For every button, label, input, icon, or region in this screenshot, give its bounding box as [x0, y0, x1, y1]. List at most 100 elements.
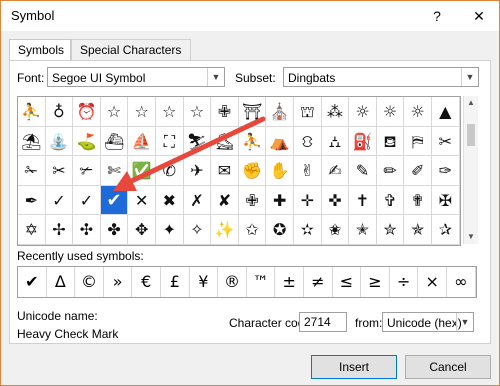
recent-symbol[interactable]: © — [75, 267, 104, 297]
font-select[interactable]: Segoe UI Symbol ▼ — [47, 67, 225, 87]
symbol-cell[interactable]: ✟ — [404, 185, 432, 216]
symbol-cell[interactable]: ✛ — [294, 185, 322, 216]
symbol-cell[interactable]: ✌ — [294, 156, 322, 186]
symbol-cell[interactable]: ⛹ — [238, 126, 267, 157]
symbol-cell[interactable]: ✢ — [45, 215, 74, 245]
symbol-cell[interactable]: ✙ — [238, 185, 267, 216]
recent-symbol[interactable]: ≥ — [361, 267, 390, 297]
symbol-cell[interactable]: ✣ — [73, 215, 101, 245]
symbol-cell[interactable]: ⛿ — [404, 126, 432, 157]
symbol-cell[interactable]: ✯ — [404, 215, 432, 245]
recent-symbol[interactable]: × — [418, 267, 447, 297]
subset-select[interactable]: Dingbats ▼ — [283, 67, 479, 87]
symbol-cell[interactable]: ⛸ — [211, 126, 239, 157]
symbol-cell[interactable]: ☼ — [376, 97, 405, 127]
recent-symbol[interactable]: ∞ — [447, 267, 476, 297]
cancel-button[interactable]: Cancel — [405, 355, 491, 379]
symbol-cell[interactable]: ✊ — [238, 156, 267, 186]
recent-symbol[interactable]: ✔ — [18, 267, 47, 297]
symbol-cell[interactable]: ☆ — [156, 97, 184, 127]
symbol-cell[interactable]: ☆ — [128, 97, 156, 127]
recent-symbol[interactable]: » — [104, 267, 133, 297]
recent-symbol[interactable]: ¥ — [190, 267, 219, 297]
symbol-cell[interactable]: ⛾ — [376, 126, 405, 157]
symbol-cell[interactable]: ⁂ — [321, 97, 350, 127]
recent-symbol[interactable]: € — [132, 267, 161, 297]
recent-symbol[interactable]: £ — [161, 267, 190, 297]
symbol-cell[interactable]: ✍ — [321, 156, 350, 186]
symbol-cell[interactable]: ☆ — [100, 97, 129, 127]
symbol-cell[interactable]: ✭ — [349, 215, 377, 245]
tab-symbols[interactable]: Symbols — [9, 39, 71, 62]
symbol-cell[interactable]: ⛫ — [294, 97, 322, 127]
symbol-cell[interactable]: ♁ — [45, 97, 74, 127]
symbol-cell[interactable]: ⛱ — [18, 126, 46, 157]
symbol-grid[interactable]: ⛹ ♁ ⏰ ☆ ☆ ☆ ☆ ✙ ⛩ ⛪ ⛫ ⁂ ☼ ☼ ☼ ▲ ⛱ ⛲ ⛳ ⛴ ⛵ ⛶ ⛷ ⛸ ⛹ ⛺ ⛻ ⛼ ⛽ ⛾ ⛿ ✂ ✁ ✂ ✃ ✄ ✅ ✆ ✈ ✉… — [17, 96, 461, 246]
tab-special-characters[interactable]: Special Characters — [71, 39, 191, 60]
help-button[interactable]: ? — [425, 5, 449, 27]
symbol-cell[interactable]: ✪ — [266, 215, 294, 245]
symbol-cell[interactable]: ✠ — [432, 185, 460, 216]
symbol-cell[interactable]: ✆ — [156, 156, 184, 186]
close-button[interactable]: ✕ — [467, 5, 491, 27]
symbol-cell[interactable]: ⛼ — [321, 126, 350, 157]
symbol-cell[interactable]: ▲ — [432, 97, 460, 127]
symbol-cell[interactable]: ✗ — [183, 185, 212, 216]
symbol-cell[interactable]: ✓ — [45, 185, 74, 216]
symbol-cell[interactable]: ☼ — [349, 97, 377, 127]
symbol-cell[interactable]: ⛳ — [73, 126, 101, 157]
symbol-cell[interactable]: ✓ — [73, 185, 101, 216]
symbol-cell[interactable]: ✥ — [128, 215, 156, 245]
symbol-cell[interactable]: ✚ — [266, 185, 294, 216]
symbol-cell[interactable]: ✁ — [18, 156, 46, 186]
symbol-cell[interactable]: ✞ — [376, 185, 405, 216]
symbol-cell[interactable]: ✃ — [73, 156, 101, 186]
symbol-cell[interactable]: ☼ — [404, 97, 432, 127]
symbol-cell[interactable]: ✅ — [128, 156, 156, 186]
symbol-cell[interactable]: ⛲ — [45, 126, 74, 157]
symbol-cell[interactable]: ✙ — [211, 97, 239, 127]
symbol-cell[interactable]: ✝ — [349, 185, 377, 216]
chevron-down-icon[interactable]: ▼ — [461, 68, 478, 86]
recent-symbol[interactable]: ™ — [247, 267, 276, 297]
symbol-cell-selected[interactable]: ✔ — [100, 185, 129, 216]
symbol-cell[interactable]: ⛶ — [156, 126, 184, 157]
symbol-cell[interactable]: ✤ — [100, 215, 129, 245]
symbol-cell[interactable]: ✑ — [432, 156, 460, 186]
insert-button[interactable]: Insert — [311, 355, 397, 379]
symbol-cell[interactable]: ✜ — [321, 185, 350, 216]
symbol-cell[interactable]: ⛪ — [266, 97, 294, 127]
recent-symbol[interactable]: ≤ — [333, 267, 362, 297]
symbol-cell[interactable]: ✉ — [211, 156, 239, 186]
recent-symbol[interactable]: ÷ — [390, 267, 419, 297]
symbol-cell[interactable]: ⛴ — [100, 126, 129, 157]
recent-symbol[interactable]: ≠ — [304, 267, 333, 297]
symbol-cell[interactable]: ✒ — [18, 185, 46, 216]
symbol-cell[interactable]: ⛷ — [183, 126, 212, 157]
symbol-cell[interactable]: ⛽ — [349, 126, 377, 157]
symbol-cell[interactable]: ✕ — [128, 185, 156, 216]
symbol-cell[interactable]: ⏰ — [73, 97, 101, 127]
symbol-cell[interactable]: ✨ — [211, 215, 239, 245]
symbol-cell[interactable]: ✄ — [100, 156, 129, 186]
symbol-cell[interactable]: ✰ — [432, 215, 460, 245]
recent-symbol[interactable]: ® — [218, 267, 247, 297]
symbol-cell[interactable]: ✈ — [183, 156, 212, 186]
chevron-down-icon[interactable]: ▼ — [456, 313, 473, 331]
symbol-cell[interactable]: ✡ — [18, 215, 46, 245]
scroll-up-icon[interactable]: ▲ — [464, 96, 478, 110]
symbol-cell[interactable]: ✩ — [238, 215, 267, 245]
symbol-cell[interactable]: ✂ — [45, 156, 74, 186]
symbol-cell[interactable]: ✘ — [211, 185, 239, 216]
symbol-cell[interactable]: ✫ — [294, 215, 322, 245]
scroll-down-icon[interactable]: ▼ — [464, 230, 478, 244]
symbol-cell[interactable]: ✬ — [321, 215, 350, 245]
chevron-down-icon[interactable]: ▼ — [207, 68, 224, 86]
symbol-cell[interactable]: ✖ — [156, 185, 184, 216]
recent-symbol[interactable]: Δ — [47, 267, 76, 297]
symbol-cell[interactable]: ✎ — [349, 156, 377, 186]
symbol-cell[interactable]: ✧ — [183, 215, 212, 245]
symbol-cell[interactable]: ✂ — [432, 126, 460, 157]
character-code-input[interactable]: 2714 — [299, 312, 347, 332]
symbol-cell[interactable]: ⛻ — [294, 126, 322, 157]
